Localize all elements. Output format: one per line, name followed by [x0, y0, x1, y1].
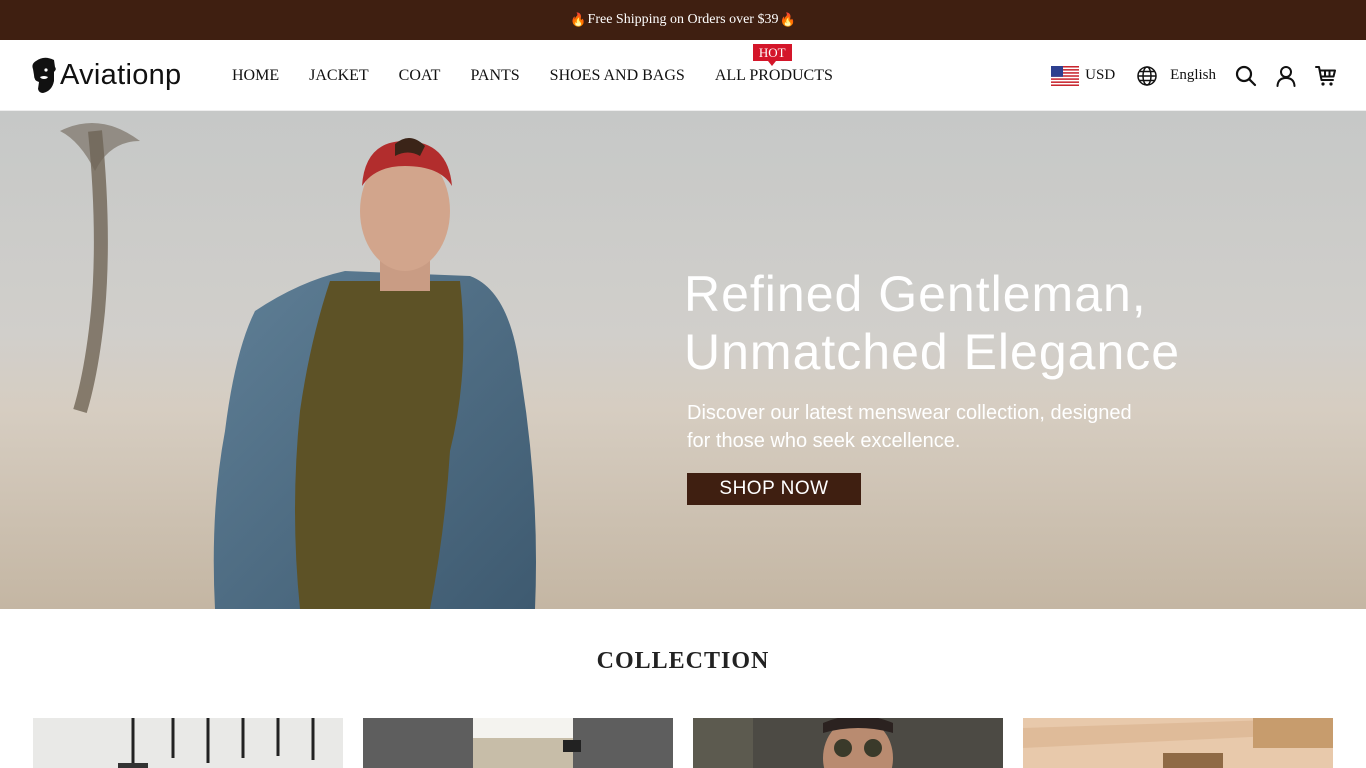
- jacket-hangers-image: [33, 718, 343, 768]
- brand-logo[interactable]: Aviationp: [30, 55, 181, 95]
- brand-name: Aviationp: [60, 59, 182, 91]
- globe-icon: [1137, 65, 1157, 86]
- main-nav: HOME JACKET COAT PANTS SHOES AND BAGS AL…: [232, 40, 863, 111]
- nav-all-products[interactable]: ALL PRODUCTS HOT: [714, 43, 833, 85]
- nav-all-products-label: ALL PRODUCTS: [714, 66, 833, 84]
- user-icon[interactable]: [1274, 64, 1298, 88]
- collection-title: COLLECTION: [596, 648, 770, 674]
- shop-now-button[interactable]: SHOP NOW: [687, 473, 861, 505]
- currency-selector[interactable]: USD: [1051, 65, 1116, 86]
- nav-pants[interactable]: PANTS: [470, 67, 519, 85]
- collection-tile-leather[interactable]: [1023, 718, 1333, 768]
- fire-icon: 🔥: [570, 12, 587, 27]
- sunglasses-man-image: [693, 718, 1003, 768]
- language-label: English: [1170, 67, 1216, 83]
- nav-coat[interactable]: COAT: [399, 67, 441, 85]
- cart-icon[interactable]: [1314, 64, 1338, 88]
- collection-tile-jacket[interactable]: [33, 718, 343, 768]
- bearded-man-icon: [32, 57, 56, 93]
- currency-label: USD: [1085, 67, 1116, 83]
- hot-badge: HOT: [752, 43, 792, 66]
- site-header: Aviationp HOME JACKET COAT PANTS SHOES A…: [0, 40, 1366, 111]
- header-tools: USD English: [1051, 40, 1338, 111]
- nav-home[interactable]: HOME: [232, 67, 279, 85]
- language-selector[interactable]: English: [1136, 65, 1216, 87]
- nav-shoes-and-bags[interactable]: SHOES AND BAGS: [550, 67, 685, 85]
- collection-tile-pants[interactable]: [363, 718, 673, 768]
- nav-jacket[interactable]: JACKET: [309, 67, 369, 85]
- hero-subtitle: Discover our latest menswear collection,…: [687, 402, 1132, 452]
- search-icon[interactable]: [1234, 64, 1258, 88]
- us-flag-icon: [1051, 65, 1080, 86]
- announcement-text: Free Shipping on Orders over $39: [587, 12, 779, 27]
- hero-title: Refined Gentleman, Unmatched Elegance: [684, 266, 1181, 380]
- hero-banner[interactable]: Refined Gentleman, Unmatched Elegance Di…: [0, 111, 1366, 609]
- fire-icon: 🔥: [779, 12, 796, 27]
- leather-goods-image: [1023, 718, 1333, 768]
- announcement-bar: 🔥 Free Shipping on Orders over $39 🔥: [0, 0, 1366, 40]
- pants-image: [363, 718, 673, 768]
- collection-tile-sunglasses[interactable]: [693, 718, 1003, 768]
